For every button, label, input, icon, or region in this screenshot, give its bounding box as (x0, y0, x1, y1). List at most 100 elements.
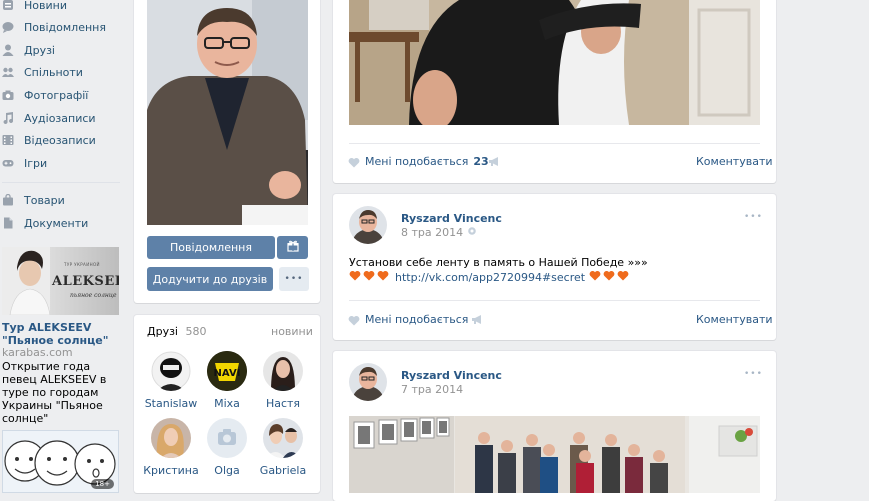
document-icon (2, 217, 14, 229)
post-date[interactable]: 7 тра 2014 (401, 383, 463, 396)
ad-singer-photo (2, 247, 50, 315)
film-icon (2, 134, 14, 146)
post-divider (349, 300, 760, 301)
ad-banner-2[interactable]: 18+ (2, 430, 119, 493)
post-text-line-2: http://vk.com/app2720994#secret (349, 270, 631, 284)
camera-icon (2, 89, 14, 101)
gift-icon (286, 240, 299, 255)
post-menu-button[interactable]: ••• (744, 212, 763, 222)
author-avatar[interactable] (349, 363, 387, 401)
nav-item-messages[interactable]: Повідомлення (2, 16, 106, 38)
heart-icon (348, 315, 360, 325)
megaphone-icon (488, 157, 500, 170)
avatar-placeholder (207, 418, 247, 458)
nav-label: Новини (24, 0, 67, 12)
ad-domain: karabas.com (2, 346, 73, 359)
nav-item-market[interactable]: Товари (2, 189, 65, 211)
heart-emoji-icon (349, 270, 391, 284)
nav-label: Відеозаписи (24, 133, 96, 147)
heart-emoji-icon (589, 270, 631, 284)
nav-item-audio[interactable]: Аудіозаписи (2, 107, 96, 129)
send-message-button[interactable]: Повідомлення (147, 236, 275, 259)
gift-button[interactable] (277, 236, 308, 259)
friend-name: Кристина (143, 464, 199, 477)
friends-count: 580 (185, 325, 207, 338)
friend-name: Настя (265, 397, 301, 410)
post-text: Установи себе ленту в память о Нашей Поб… (349, 256, 648, 269)
friend-name: Gabriela (259, 464, 307, 477)
avatar (151, 351, 191, 391)
friend-olga[interactable]: Olga (197, 418, 257, 477)
avatar (263, 351, 303, 391)
svg-text:NAVI: NAVI (214, 368, 241, 379)
nav-item-news[interactable]: Новини (2, 0, 67, 16)
post-date[interactable]: 8 тра 2014 (401, 226, 463, 239)
friend-name: Olga (214, 464, 240, 477)
friend-kristina[interactable]: Кристина (141, 418, 201, 477)
age-badge: 18+ (91, 479, 114, 489)
gamepad-icon (2, 157, 14, 169)
friends-header[interactable]: Друзі 580 (147, 325, 207, 338)
nav-label: Документи (24, 216, 89, 230)
post-author[interactable]: Ryszard Vincenc (401, 212, 502, 225)
friend-gabriela[interactable]: Gabriela (253, 418, 313, 477)
ad-banner[interactable]: ТУР УКРАИНОЙ ALEKSEEV пьяное солнце (2, 247, 119, 315)
ad-title[interactable]: Тур ALEKSEEV "Пьяное солнце" (2, 321, 114, 347)
comment-button[interactable]: Коментувати (696, 155, 773, 168)
nav-label: Спільноти (24, 65, 83, 79)
post-photo-image (349, 0, 760, 125)
nav-divider (2, 182, 120, 183)
ad-banner-tour: ТУР УКРАИНОЙ (64, 262, 100, 267)
post-photo[interactable] (349, 0, 760, 125)
post-author[interactable]: Ryszard Vincenc (401, 369, 502, 382)
friends-title: Друзі (147, 325, 178, 338)
author-avatar[interactable] (349, 206, 387, 244)
post-divider (349, 143, 760, 144)
nav-label: Товари (24, 193, 65, 207)
friends-updates-link[interactable]: новини (271, 325, 313, 338)
friend-name: Stanislaw (144, 397, 198, 410)
settings-gear-icon[interactable] (467, 226, 477, 239)
friend-misha[interactable]: NAVI Міха (197, 351, 257, 410)
nav-label: Аудіозаписи (24, 111, 96, 125)
avatar (263, 418, 303, 458)
avatar (151, 418, 191, 458)
share-button[interactable] (471, 314, 483, 328)
post-menu-button[interactable]: ••• (744, 369, 763, 379)
nav-item-communities[interactable]: Спільноти (2, 61, 83, 83)
comment-button[interactable]: Коментувати (696, 313, 773, 326)
communities-icon (2, 66, 14, 78)
friends-icon (2, 44, 14, 56)
ad-banner-name: ALEKSEEV (52, 274, 119, 289)
more-actions-button[interactable]: ••• (279, 267, 309, 291)
nav-label: Повідомлення (24, 20, 106, 34)
nav-label: Фотографії (24, 88, 89, 102)
post-photo[interactable] (349, 416, 760, 493)
ad-banner-subtitle: пьяное солнце (70, 292, 117, 299)
add-friend-button[interactable]: Додучити до друзів (147, 267, 273, 291)
nav-label: Ігри (24, 156, 48, 170)
nav-item-photos[interactable]: Фотографії (2, 84, 88, 106)
avatar: NAVI (207, 351, 247, 391)
nav-label: Друзі (24, 43, 55, 57)
nav-item-games[interactable]: Ігри (2, 152, 47, 174)
profile-photo[interactable] (147, 0, 308, 225)
like-button[interactable]: Мені подобається 23 (348, 155, 489, 168)
nav-item-documents[interactable]: Документи (2, 212, 88, 234)
friend-name: Міха (214, 397, 240, 410)
friend-nastya[interactable]: Настя (253, 351, 313, 410)
friend-stanislaw[interactable]: Stanislaw (141, 351, 201, 410)
like-label: Мені подобається (365, 155, 469, 168)
nav-item-friends[interactable]: Друзі (2, 39, 55, 61)
share-button[interactable] (488, 156, 500, 170)
ad-description: Открытие года певец ALEKSEEV в туре по г… (2, 360, 107, 425)
messages-icon (2, 21, 14, 33)
music-note-icon (2, 112, 14, 124)
like-button[interactable]: Мені подобається (348, 313, 468, 326)
news-icon (2, 0, 14, 11)
heart-icon (348, 157, 360, 167)
post-link[interactable]: http://vk.com/app2720994#secret (395, 271, 585, 284)
nav-item-video[interactable]: Відеозаписи (2, 129, 96, 151)
megaphone-icon (471, 315, 483, 328)
shopping-bag-icon (2, 194, 14, 206)
